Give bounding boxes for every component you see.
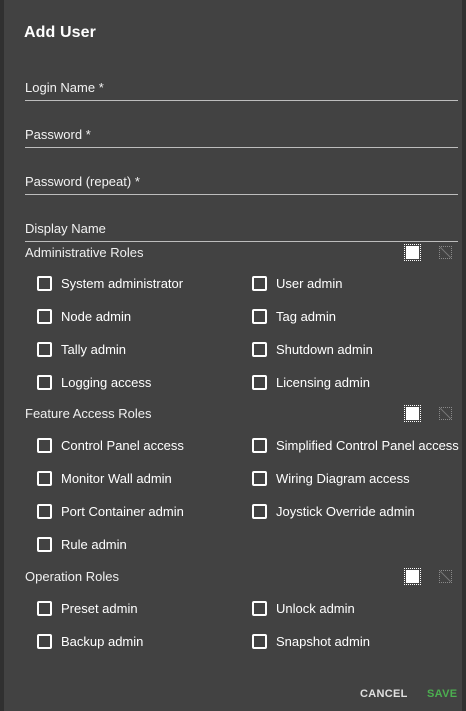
checkbox-icon[interactable]: [37, 438, 52, 453]
role-label: Joystick Override admin: [276, 504, 415, 519]
checkbox-icon[interactable]: [37, 537, 52, 552]
role-label: Tally admin: [61, 342, 127, 357]
role-label: Control Panel access: [61, 438, 184, 453]
role-label: System administrator: [61, 276, 184, 291]
administrative-roles-title: Administrative Roles: [25, 245, 144, 260]
role-checkbox-wiring-diagram-access[interactable]: Wiring Diagram access: [252, 471, 410, 486]
role-label: Monitor Wall admin: [61, 471, 172, 486]
select-all-icon[interactable]: [404, 244, 421, 261]
role-checkbox-port-container-admin[interactable]: Port Container admin: [37, 504, 184, 519]
role-checkbox-control-panel-access[interactable]: Control Panel access: [37, 438, 184, 453]
role-label: Snapshot admin: [276, 634, 370, 649]
role-checkbox-user-admin[interactable]: User admin: [252, 276, 342, 291]
dialog-title: Add User: [24, 24, 96, 41]
cancel-button[interactable]: CANCEL: [360, 688, 408, 700]
role-label: User admin: [276, 276, 343, 291]
checkbox-icon[interactable]: [37, 471, 52, 486]
checkbox-icon[interactable]: [252, 504, 267, 519]
role-checkbox-tally-admin[interactable]: Tally admin: [37, 342, 126, 357]
role-label: Node admin: [61, 309, 132, 324]
checkbox-icon[interactable]: [252, 342, 267, 357]
select-all-icon[interactable]: [404, 568, 421, 585]
checkbox-icon[interactable]: [252, 276, 267, 291]
password-repeat-input[interactable]: [25, 170, 462, 194]
checkbox-icon[interactable]: [37, 276, 52, 291]
password-input[interactable]: [25, 123, 462, 147]
role-label: Preset admin: [61, 601, 138, 616]
role-label: Shutdown admin: [276, 342, 373, 357]
role-checkbox-preset-admin[interactable]: Preset admin: [37, 601, 138, 616]
checkbox-icon[interactable]: [37, 309, 52, 324]
role-checkbox-logging-access[interactable]: Logging access: [37, 375, 151, 390]
role-label: Licensing admin: [276, 375, 370, 390]
operation-roles-title: Operation Roles: [25, 569, 119, 584]
checkbox-icon[interactable]: [252, 309, 267, 324]
login-name-field[interactable]: Login Name *: [25, 76, 462, 101]
checkbox-icon[interactable]: [252, 438, 267, 453]
deselect-all-icon[interactable]: [439, 570, 452, 583]
role-checkbox-unlock-admin[interactable]: Unlock admin: [252, 601, 355, 616]
role-label: Unlock admin: [276, 601, 355, 616]
feature-access-roles-title: Feature Access Roles: [25, 406, 152, 421]
deselect-all-icon[interactable]: [439, 246, 452, 259]
role-label: Wiring Diagram access: [276, 471, 410, 486]
select-all-icon[interactable]: [404, 405, 421, 422]
role-checkbox-shutdown-admin[interactable]: Shutdown admin: [252, 342, 373, 357]
password-field[interactable]: Password *: [25, 123, 462, 148]
display-name-input[interactable]: [25, 217, 462, 241]
role-checkbox-licensing-admin[interactable]: Licensing admin: [252, 375, 370, 390]
deselect-all-icon[interactable]: [439, 407, 452, 420]
role-checkbox-rule-admin[interactable]: Rule admin: [37, 537, 127, 552]
role-label: Rule admin: [61, 537, 127, 552]
role-checkbox-simplified-control-panel-access[interactable]: Simplified Control Panel access: [252, 438, 459, 453]
checkbox-icon[interactable]: [37, 504, 52, 519]
role-checkbox-snapshot-admin[interactable]: Snapshot admin: [252, 634, 370, 649]
role-label: Port Container admin: [61, 504, 184, 519]
role-checkbox-joystick-override-admin[interactable]: Joystick Override admin: [252, 504, 415, 519]
add-user-dialog: Add User Login Name * Password * Passwor…: [4, 0, 462, 711]
checkbox-icon[interactable]: [252, 375, 267, 390]
checkbox-icon[interactable]: [37, 601, 52, 616]
checkbox-icon[interactable]: [252, 601, 267, 616]
checkbox-icon[interactable]: [252, 471, 267, 486]
login-name-input[interactable]: [25, 76, 462, 100]
role-checkbox-node-admin[interactable]: Node admin: [37, 309, 131, 324]
password-repeat-field[interactable]: Password (repeat) *: [25, 170, 462, 195]
checkbox-icon[interactable]: [37, 375, 52, 390]
checkbox-icon[interactable]: [37, 634, 52, 649]
role-checkbox-monitor-wall-admin[interactable]: Monitor Wall admin: [37, 471, 172, 486]
display-name-field[interactable]: Display Name: [25, 217, 462, 242]
role-checkbox-backup-admin[interactable]: Backup admin: [37, 634, 143, 649]
role-label: Tag admin: [276, 309, 336, 324]
role-label: Logging access: [61, 375, 152, 390]
role-label: Simplified Control Panel access: [276, 438, 459, 453]
checkbox-icon[interactable]: [252, 634, 267, 649]
checkbox-icon[interactable]: [37, 342, 52, 357]
role-checkbox-system-administrator[interactable]: System administrator: [37, 276, 183, 291]
save-button[interactable]: SAVE: [427, 688, 457, 700]
role-checkbox-tag-admin[interactable]: Tag admin: [252, 309, 336, 324]
role-label: Backup admin: [61, 634, 144, 649]
